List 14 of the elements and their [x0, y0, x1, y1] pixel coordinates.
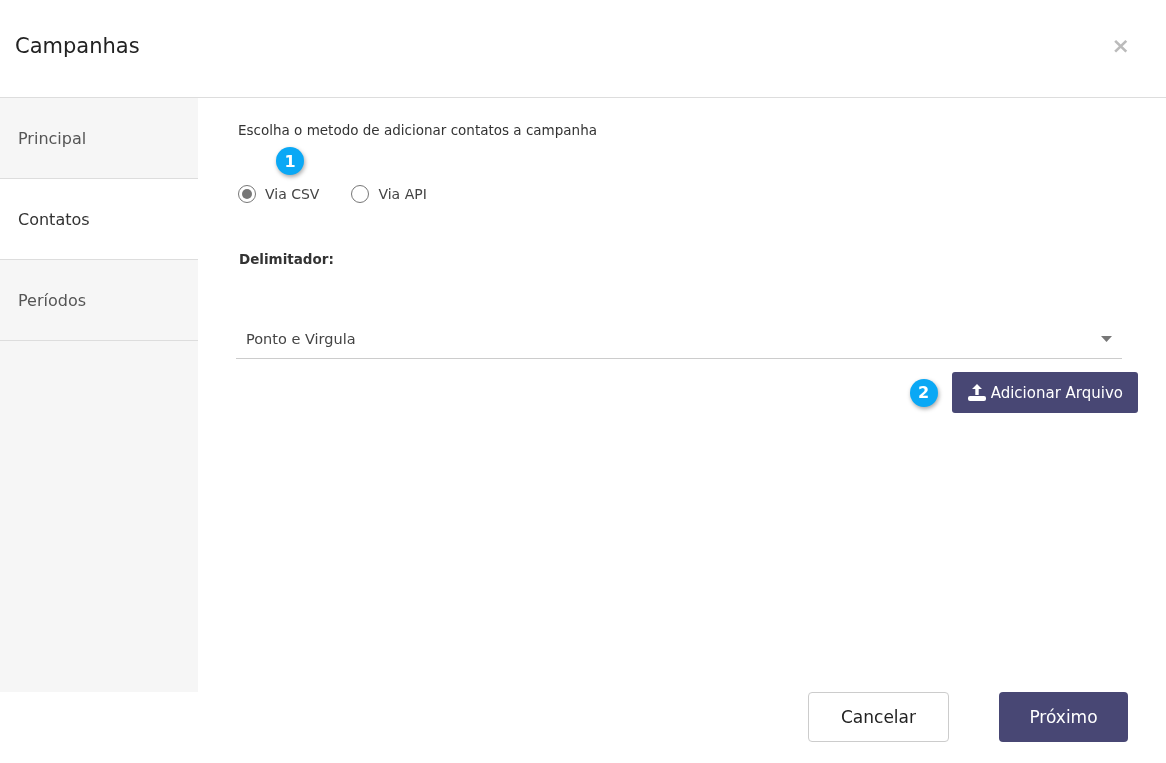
upload-icon: [966, 382, 987, 403]
dropdown-caret-icon: [1101, 335, 1112, 342]
sidebar-tab[interactable]: Contatos: [0, 179, 198, 260]
radio-label: Via CSV: [265, 186, 320, 202]
step-marker: 1: [276, 147, 304, 175]
delimiter-select[interactable]: Ponto e Virgula: [236, 319, 1122, 359]
instruction-text: Escolha o metodo de adicionar contatos a campanha: [238, 122, 598, 138]
window-title: Campanhas: [15, 33, 140, 58]
add-file-button[interactable]: Adicionar Arquivo: [951, 372, 1138, 413]
radio-label: Via API: [378, 186, 427, 202]
delimiter-label: Delimitador:: [239, 251, 335, 267]
cancel-button[interactable]: Cancelar: [808, 692, 949, 742]
step-marker: 2: [909, 378, 938, 407]
next-button[interactable]: Próximo: [999, 692, 1128, 742]
